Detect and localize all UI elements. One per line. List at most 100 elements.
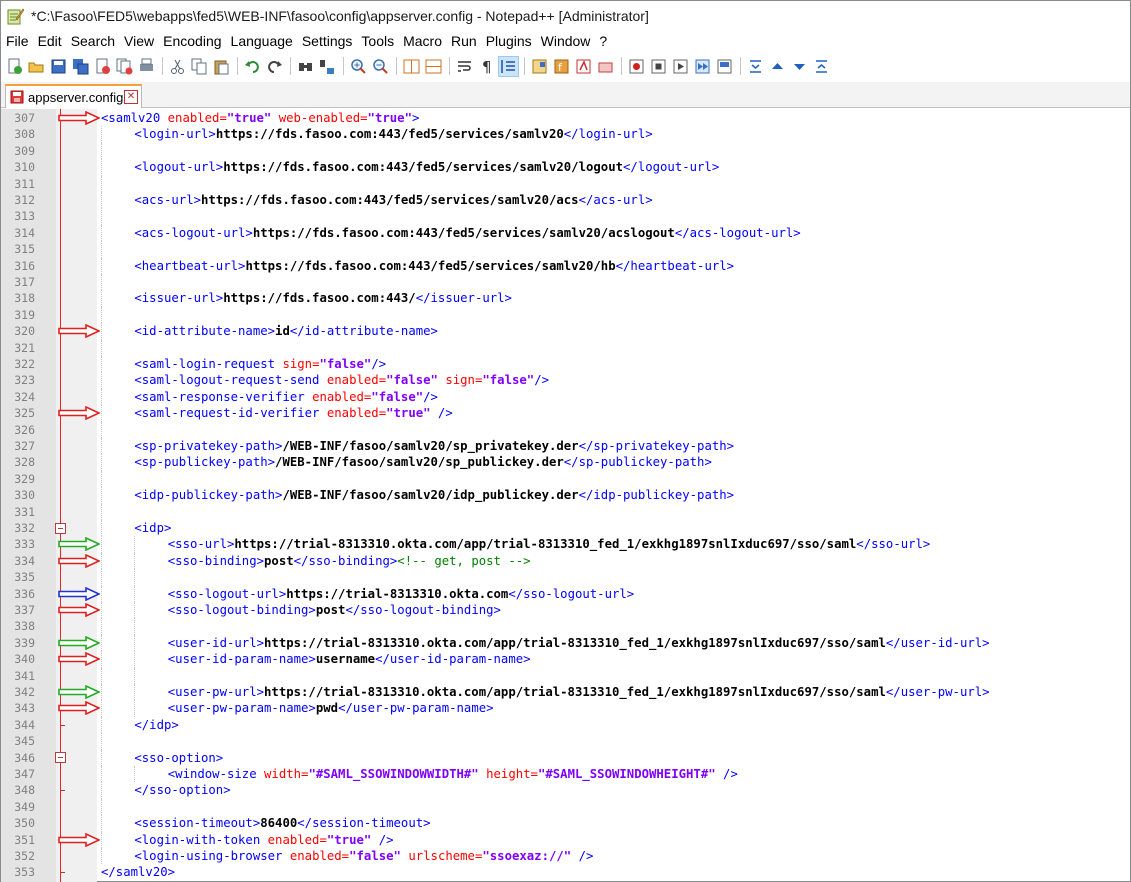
code-line[interactable]: 338 <box>1 618 1130 635</box>
code-line[interactable]: 348 </sso-option> <box>1 782 1130 799</box>
monitoring-icon[interactable] <box>596 57 615 76</box>
fold-all-icon[interactable] <box>746 57 765 76</box>
stop-record-icon[interactable] <box>649 57 668 76</box>
code-line[interactable]: 330 <idp-publickey-path>/WEB-INF/fasoo/sa… <box>1 487 1130 504</box>
fold-toggle-icon[interactable] <box>55 752 66 764</box>
code-line[interactable]: 351 <login-with-token enabled="true" /> <box>1 831 1130 848</box>
code-line[interactable]: 324 <saml-response-verifier enabled="fals… <box>1 388 1130 406</box>
code-line[interactable]: 314 <acs-logout-url>https://fds.fasoo.com… <box>1 224 1130 242</box>
code-line[interactable]: 316 <heartbeat-url>https://fds.fasoo.com:… <box>1 257 1130 274</box>
code-line[interactable]: 318 <issuer-url>https://fds.fasoo.com:443… <box>1 290 1130 307</box>
undo-icon[interactable] <box>243 57 262 76</box>
code-line[interactable]: 342 <user-pw-url>https://trial-8313310.ok… <box>1 684 1130 701</box>
close-icon[interactable] <box>93 57 112 76</box>
menu-view[interactable]: View <box>124 32 154 52</box>
unfold-all-icon[interactable] <box>812 57 831 76</box>
code-line[interactable]: 345 <box>1 733 1130 750</box>
redo-icon[interactable] <box>265 57 284 76</box>
menu-run[interactable]: Run <box>451 32 477 52</box>
find-icon[interactable] <box>296 57 315 76</box>
code-line[interactable]: 341 <box>1 667 1130 684</box>
code-line[interactable]: 312 <acs-url>https://fds.fasoo.com:443/fe… <box>1 192 1130 209</box>
code-line[interactable]: 328 <sp-publickey-path>/WEB-INF/fasoo/sam… <box>1 454 1130 471</box>
code-line[interactable]: 334 <sso-binding>post</sso-binding><!-- g… <box>1 552 1130 570</box>
menu-search[interactable]: Search <box>71 32 115 52</box>
code-line[interactable]: 311 <box>1 175 1130 192</box>
open-file-icon[interactable] <box>27 57 46 76</box>
function-list-icon[interactable]: f <box>552 57 571 76</box>
show-all-characters-icon[interactable]: ¶ <box>477 57 496 76</box>
playback-icon[interactable] <box>671 57 690 76</box>
code-line[interactable]: 315 <box>1 241 1130 258</box>
down-icon[interactable] <box>790 57 809 76</box>
copy-icon[interactable] <box>190 57 209 76</box>
up-icon[interactable] <box>768 57 787 76</box>
code-line[interactable]: 333 <sso-url>https://trial-8313310.okta.c… <box>1 536 1130 553</box>
menu-help[interactable]: ? <box>599 32 607 52</box>
tab-close-icon[interactable]: ✕ <box>124 90 138 104</box>
code-line[interactable]: 335 <box>1 569 1130 586</box>
new-file-icon[interactable] <box>5 57 24 76</box>
code-line[interactable]: 309 <box>1 142 1130 160</box>
document-map-icon[interactable] <box>530 57 549 76</box>
code-line[interactable]: 329 <box>1 470 1130 488</box>
word-wrap-icon[interactable] <box>455 57 474 76</box>
code-line[interactable]: 321 <box>1 339 1130 356</box>
save-icon[interactable] <box>49 57 68 76</box>
code-line[interactable]: 349 <box>1 798 1130 816</box>
code-line[interactable]: 353 </samlv20> <box>1 864 1130 880</box>
menu-encoding[interactable]: Encoding <box>163 32 221 52</box>
zoom-out-icon[interactable] <box>371 57 390 76</box>
code-line[interactable]: 347 <window-size width="#SAML_SSOWINDOWWI… <box>1 766 1130 783</box>
menu-plugins[interactable]: Plugins <box>486 32 532 52</box>
line-number: 317 <box>14 275 35 289</box>
code-line[interactable]: 308 <login-url>https://fds.fasoo.com:443/… <box>1 126 1130 143</box>
run-macro-multiple-icon[interactable] <box>693 57 712 76</box>
close-all-icon[interactable] <box>115 57 134 76</box>
code-line[interactable]: 320 <id-attribute-name>id</id-attribute-n… <box>1 323 1130 340</box>
tab-appserver-config[interactable]: appserver.config ✕ <box>5 84 142 108</box>
code-line[interactable]: 350 <session-timeout>86400</session-timeo… <box>1 815 1130 832</box>
code-line[interactable]: 336 <sso-logout-url>https://trial-8313310… <box>1 585 1130 602</box>
code-line[interactable]: 317 <box>1 274 1130 291</box>
menu-language[interactable]: Language <box>231 32 293 52</box>
indent-guide-icon[interactable] <box>498 55 519 77</box>
code-line[interactable]: 323 <saml-logout-request-send enabled="fa… <box>1 372 1130 389</box>
print-icon[interactable] <box>137 57 156 76</box>
paste-icon[interactable] <box>212 57 231 76</box>
code-line[interactable]: 327 <sp-privatekey-path>/WEB-INF/fasoo/sa… <box>1 438 1130 455</box>
code-line[interactable]: 346 <sso-option> <box>1 749 1130 766</box>
code-line[interactable]: 319 <box>1 306 1130 324</box>
menu-file[interactable]: File <box>6 32 29 52</box>
code-line[interactable]: 331 <box>1 503 1130 520</box>
record-macro-icon[interactable] <box>627 57 646 76</box>
code-line[interactable]: 337 <sso-logout-binding>post</sso-logout-… <box>1 602 1130 619</box>
menu-tools[interactable]: Tools <box>361 32 394 52</box>
menu-window[interactable]: Window <box>541 32 591 52</box>
code-line[interactable]: 325 <saml-request-id-verifier enabled="tr… <box>1 405 1130 422</box>
code-line[interactable]: 352 <login-using-browser enabled="false" … <box>1 848 1130 865</box>
menu-edit[interactable]: Edit <box>38 32 62 52</box>
zoom-in-icon[interactable] <box>349 57 368 76</box>
code-line[interactable]: 343 <user-pw-param-name>pwd</user-pw-para… <box>1 700 1130 717</box>
code-line[interactable]: 332 <idp> <box>1 520 1130 537</box>
save-macro-icon[interactable] <box>715 57 734 76</box>
sync-vertical-icon[interactable] <box>402 57 421 76</box>
save-all-icon[interactable] <box>71 57 90 76</box>
menu-settings[interactable]: Settings <box>302 32 353 52</box>
folder-workspace-icon[interactable] <box>574 57 593 76</box>
code-line[interactable]: 307 <samlv20 enabled="true" web-enabled="… <box>1 110 1130 126</box>
cut-icon[interactable] <box>168 57 187 76</box>
menu-macro[interactable]: Macro <box>403 32 442 52</box>
replace-icon[interactable] <box>318 57 337 76</box>
editor-area[interactable]: 307 <samlv20 enabled="true" web-enabled="… <box>1 109 1130 882</box>
code-line[interactable]: 339 <user-id-url>https://trial-8313310.ok… <box>1 634 1130 652</box>
code-line[interactable]: 344 </idp> <box>1 716 1130 734</box>
code-line[interactable]: 310 <logout-url>https://fds.fasoo.com:443… <box>1 159 1130 176</box>
sync-horizontal-icon[interactable] <box>424 57 443 76</box>
code-line[interactable]: 340 <user-id-param-name>username</user-id… <box>1 651 1130 668</box>
code-line[interactable]: 326 <box>1 421 1130 438</box>
code-line[interactable]: 322 <saml-login-request sign="false"/> <box>1 356 1130 373</box>
fold-toggle-icon[interactable] <box>55 522 66 534</box>
code-line[interactable]: 313 <box>1 208 1130 225</box>
